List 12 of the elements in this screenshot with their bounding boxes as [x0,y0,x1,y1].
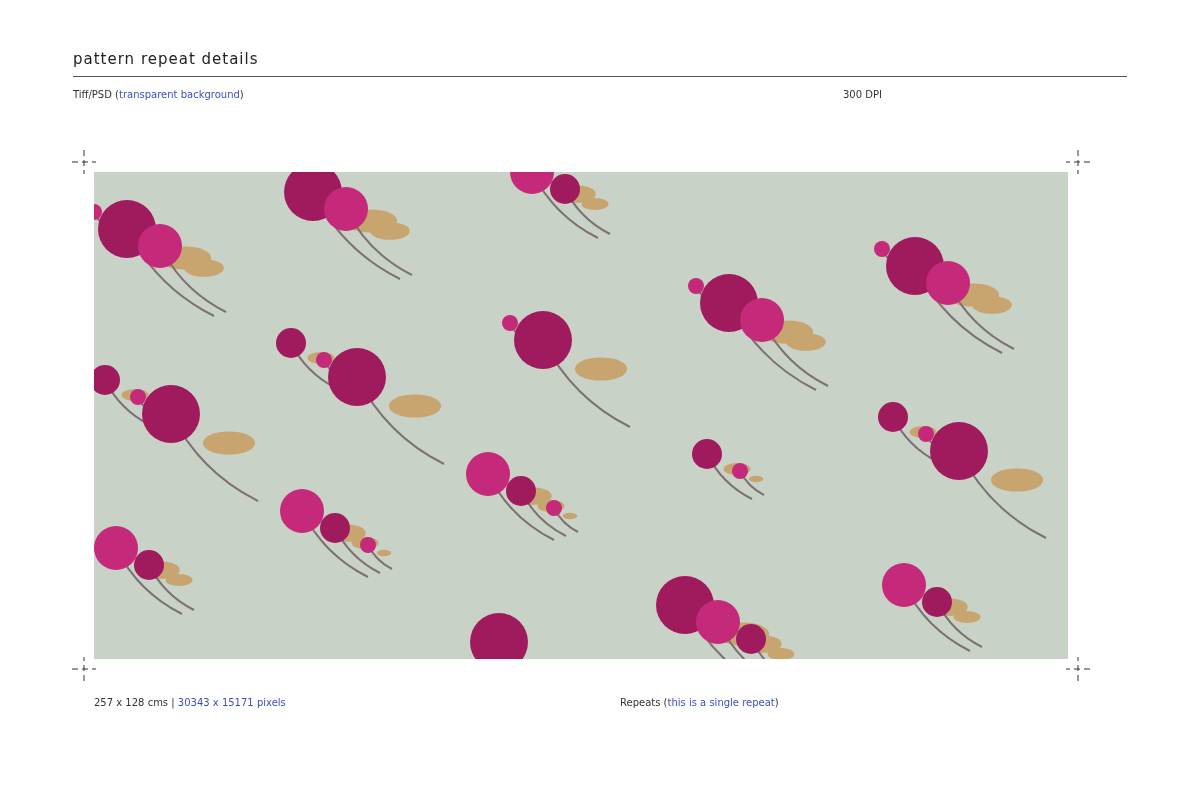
crop-mark [1066,657,1090,681]
size-text: 257 x 128 cms | 30343 x 15171 pixels [94,697,287,708]
page-title: pattern repeat details [73,50,1127,77]
resolution-text: 300 DPI [843,89,882,100]
crop-mark [72,657,96,681]
crop-mark [1066,150,1090,174]
repeats-text: Repeats (this is a single repeat) [620,697,779,708]
crop-mark [72,150,96,174]
link[interactable]: 30343 x 15171 pixels [177,697,286,708]
link[interactable]: transparent background [119,89,240,100]
format-text: Tiff/PSD (transparent background) [73,89,245,100]
link[interactable]: this is a single repeat [667,697,775,708]
